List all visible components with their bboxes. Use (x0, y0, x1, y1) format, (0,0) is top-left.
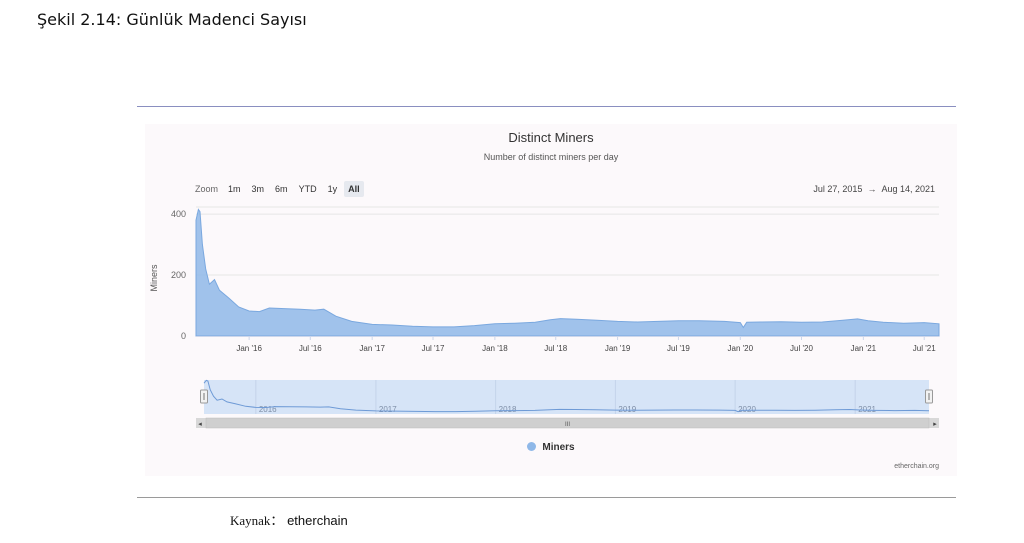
legend-label: Miners (542, 442, 575, 453)
chart-panel: Distinct Miners Number of distinct miner… (145, 124, 957, 476)
chart-svg: 0 200 400 Miners Jan '16 Jul '16 Jan '17 Jul '1… (149, 206, 940, 429)
x-tick-label: Jan '17 (359, 344, 385, 353)
x-tick-label: Jul '16 (299, 344, 322, 353)
top-rule (137, 106, 956, 107)
navigator-year-label: 2017 (379, 405, 397, 414)
x-tick-label: Jan '18 (482, 344, 508, 353)
legend[interactable]: Miners (145, 442, 957, 453)
x-tick-label: Jan '16 (236, 344, 262, 353)
series-area-miners (195, 208, 940, 337)
bottom-rule (137, 497, 956, 498)
x-tick-label: Jul '18 (544, 344, 567, 353)
x-tick-label: Jul '17 (422, 344, 445, 353)
y-axis-label: Miners (149, 264, 159, 292)
scroll-left-arrow: ◂ (198, 420, 202, 428)
x-tick-label: Jul '19 (667, 344, 690, 353)
navigator-year-label: 2021 (858, 405, 876, 414)
x-tick-label: Jul '20 (790, 344, 813, 353)
x-tick-label: Jul '21 (913, 344, 936, 353)
y-tick-label: 0 (181, 331, 186, 341)
y-tick-label: 400 (171, 209, 186, 219)
figure-caption: Şekil 2.14: Günlük Madenci Sayısı (37, 10, 307, 29)
x-tick-label: Jan '20 (728, 344, 754, 353)
navigator-year-label: 2018 (499, 405, 517, 414)
navigator-year-label: 2020 (738, 405, 756, 414)
scroll-right-arrow: ▸ (933, 420, 937, 428)
legend-marker (527, 442, 537, 451)
x-tick-label: Jan '21 (851, 344, 877, 353)
x-tick-label: Jan '19 (605, 344, 631, 353)
credit-link[interactable]: etherchain.org (894, 463, 939, 470)
y-tick-label: 200 (171, 270, 186, 280)
navigator-year-label: 2019 (618, 405, 636, 414)
scrollbar-grip: III (565, 422, 570, 428)
source-name: etherchain (287, 513, 348, 528)
source-label: Kaynak： (230, 513, 284, 528)
source-line: Kaynak： etherchain (230, 510, 348, 529)
navigator-background (204, 380, 929, 414)
